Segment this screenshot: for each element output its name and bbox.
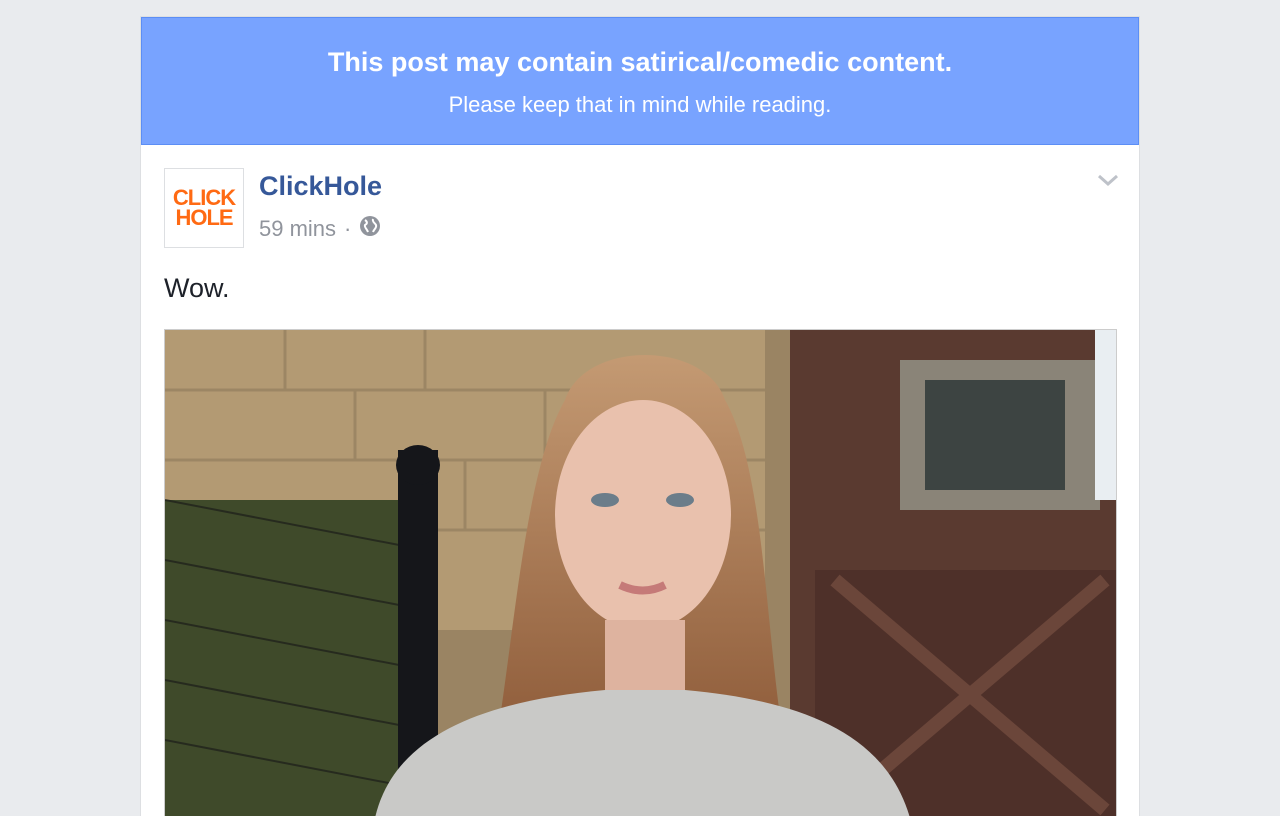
globe-icon [359,215,381,243]
banner-title: This post may contain satirical/comedic … [327,47,953,77]
chevron-down-icon[interactable] [1097,173,1119,192]
post-photo[interactable] [164,329,1117,816]
post-meta: 59 mins · [259,215,381,243]
post-header: CLICK HOLE ClickHole 59 mins · [141,145,1139,269]
banner-subtitle: Please keep that in mind while reading. [448,92,832,117]
post-timestamp[interactable]: 59 mins [259,216,336,242]
post-text: Wow. [164,273,230,303]
page-name-link[interactable]: ClickHole [259,171,382,202]
meta-separator: · [344,216,352,241]
satire-warning-banner: This post may contain satirical/comedic … [141,17,1139,145]
page-avatar[interactable]: CLICK HOLE [164,168,244,248]
logo-text-line2: HOLE [175,205,233,230]
post-card: This post may contain satirical/comedic … [140,16,1140,816]
